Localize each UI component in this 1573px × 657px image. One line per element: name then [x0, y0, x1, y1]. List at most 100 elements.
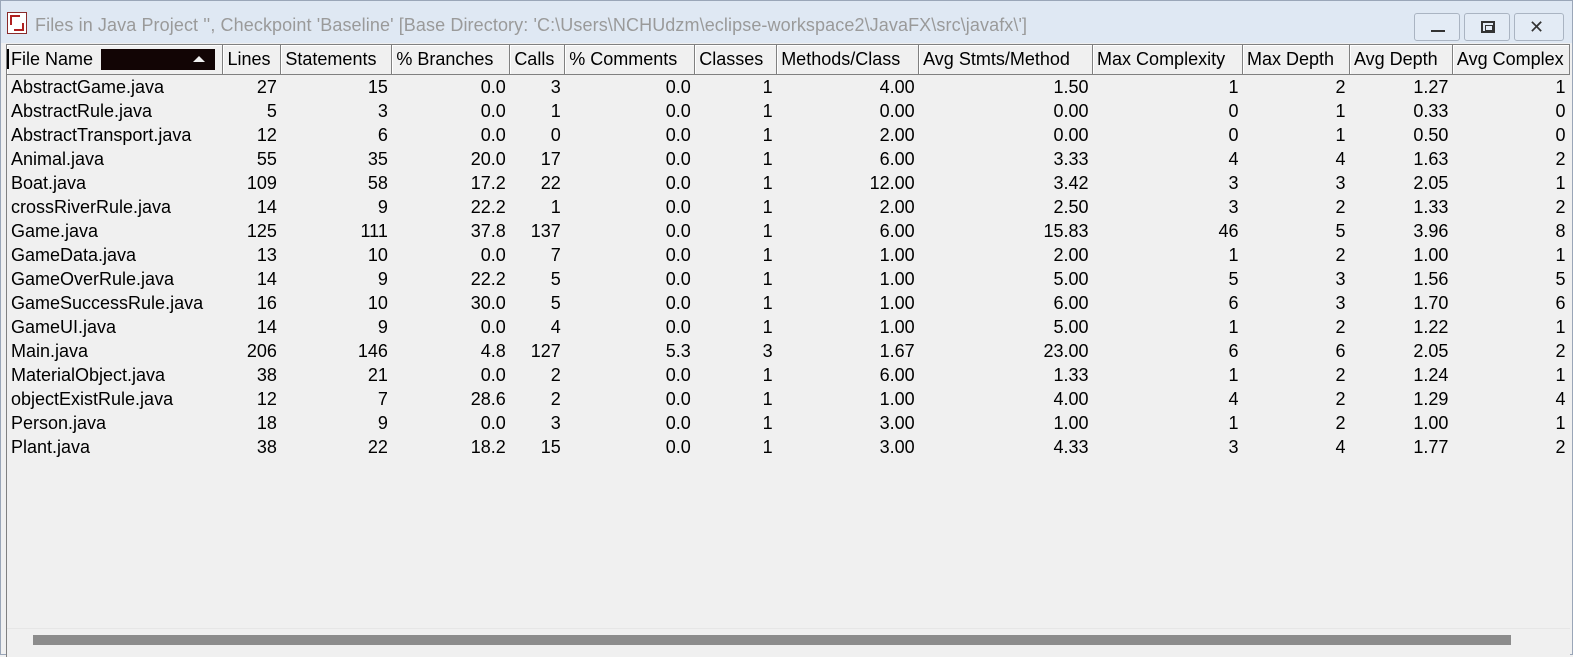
metric-cell: 0.0 [480, 100, 506, 121]
column-header-max-complexity[interactable]: Max Complexity [1092, 45, 1243, 75]
metric-cell: 18.2 [470, 436, 506, 457]
metric-cell: 8 [1555, 220, 1566, 241]
metric-cell: 4.00 [1053, 388, 1089, 409]
file-name-cell: objectExistRule.java [11, 388, 174, 409]
metric-cell: 1 [762, 316, 773, 337]
column-header-file-name[interactable]: File Name [7, 45, 224, 75]
metric-cell: 0.0 [480, 76, 506, 97]
metric-cell: 4 [550, 316, 561, 337]
column-header-methods-per-class[interactable]: Methods/Class [776, 45, 920, 75]
metric-cell: 0.0 [480, 124, 506, 145]
column-header-avg-depth[interactable]: Avg Depth [1349, 45, 1453, 75]
metric-cell: 2 [1555, 340, 1566, 361]
table-row[interactable]: Boat.java 109 58 17.2 22 0.0 1 12.00 3.42 3 3 2.05 1 [7, 171, 1570, 195]
metric-cell: 4 [1335, 436, 1346, 457]
column-header-calls[interactable]: Calls [509, 45, 566, 75]
metric-cell: 2 [1335, 196, 1346, 217]
column-header-lines[interactable]: Lines [222, 45, 282, 75]
column-header-max-depth[interactable]: Max Depth [1242, 45, 1350, 75]
table-row[interactable]: crossRiverRule.java 14 9 22.2 1 0.0 1 2.00 2.50 3… [7, 195, 1570, 219]
metric-cell: 0.00 [1053, 124, 1089, 145]
metric-cell: 37.8 [470, 220, 506, 241]
metric-cell: 7 [377, 388, 388, 409]
metric-cell: 3.00 [879, 436, 915, 457]
file-name-cell: crossRiverRule.java [11, 196, 172, 217]
metric-cell: 1 [762, 292, 773, 313]
column-header-classes[interactable]: Classes [694, 45, 778, 75]
metric-cell: 206 [246, 340, 277, 361]
metric-cell: 30.0 [470, 292, 506, 313]
metric-cell: 3 [377, 100, 388, 121]
table-row[interactable]: Animal.java 55 35 20.0 17 0.0 1 6.00 3.33 4 4 1.63 2 [7, 147, 1570, 171]
column-header-avg-complexity[interactable]: Avg Complex [1452, 45, 1570, 75]
metric-cell: 2.05 [1413, 172, 1449, 193]
metric-cell: 1 [1555, 244, 1566, 265]
sort-ascending-icon[interactable] [101, 49, 215, 70]
column-header-avg-stmts-per-method[interactable]: Avg Stmts/Method [918, 45, 1094, 75]
metric-cell: 2 [1555, 196, 1566, 217]
metric-cell: 15 [367, 76, 388, 97]
metric-cell: 109 [246, 172, 277, 193]
table-row[interactable]: GameOverRule.java 14 9 22.2 5 0.0 1 1.00 5.00 5 3 1… [7, 267, 1570, 291]
metric-cell: 14 [256, 316, 277, 337]
metric-cell: 1 [762, 148, 773, 169]
column-header-percent-branches[interactable]: % Branches [391, 45, 511, 75]
metric-cell: 1.77 [1413, 436, 1449, 457]
table-row[interactable]: Person.java 18 9 0.0 3 0.0 1 3.00 1.00 1 2 1.00 1 [7, 411, 1570, 435]
file-name-cell: MaterialObject.java [11, 364, 166, 385]
table-row[interactable]: GameUI.java 14 9 0.0 4 0.0 1 1.00 5.00 1 2 1.22 1 [7, 315, 1570, 339]
metric-cell: 2 [1555, 148, 1566, 169]
table-row[interactable]: objectExistRule.java 12 7 28.6 2 0.0 1 1.00 4.00… [7, 387, 1570, 411]
column-header-percent-comments[interactable]: % Comments [564, 45, 696, 75]
table-row[interactable]: AbstractRule.java 5 3 0.0 1 0.0 1 0.00 0.00 0 1 0.3… [7, 99, 1570, 123]
close-icon: ✕ [1529, 17, 1545, 37]
files-list-view[interactable]: File Name Lines Statements % Branches Ca… [6, 44, 1570, 657]
metric-cell: 1.33 [1413, 196, 1449, 217]
table-row[interactable]: MaterialObject.java 38 21 0.0 2 0.0 1 6.00 1.33 1… [7, 363, 1570, 387]
column-header-statements[interactable]: Statements [280, 45, 393, 75]
table-row[interactable]: Main.java 206 146 4.8 127 5.3 3 1.67 23.00 6 6 2.05… [7, 339, 1570, 363]
metric-cell: 1.00 [879, 388, 915, 409]
metric-cell: 3 [1335, 268, 1346, 289]
close-button[interactable]: ✕ [1514, 13, 1564, 41]
metric-cell: 0.0 [665, 124, 691, 145]
metric-cell: 3 [1228, 196, 1239, 217]
metric-cell: 38 [256, 364, 277, 385]
metric-cell: 28.6 [470, 388, 506, 409]
metric-cell: 146 [357, 340, 388, 361]
metric-cell: 1 [1555, 412, 1566, 433]
metric-cell: 5 [1335, 220, 1346, 241]
metric-cell: 0.0 [480, 364, 506, 385]
metric-cell: 6 [377, 124, 388, 145]
metric-cell: 4.33 [1053, 436, 1089, 457]
metric-cell: 0.0 [665, 316, 691, 337]
title-bar[interactable]: Files in Java Project '', Checkpoint 'Ba… [1, 1, 1572, 43]
metric-cell: 12.00 [869, 172, 915, 193]
metric-cell: 20.0 [470, 148, 506, 169]
metric-cell: 15.83 [1043, 220, 1089, 241]
metric-cell: 12 [256, 124, 277, 145]
metric-cell: 9 [377, 412, 388, 433]
metric-cell: 2 [1335, 76, 1346, 97]
maximize-button[interactable] [1464, 13, 1510, 41]
table-row[interactable]: Plant.java 38 22 18.2 15 0.0 1 3.00 4.33 3 4 1.77 2 [7, 435, 1570, 459]
metric-cell: 14 [256, 196, 277, 217]
metric-cell: 1.00 [879, 268, 915, 289]
table-row[interactable]: AbstractTransport.java 12 6 0.0 0 0.0 1 2.00 0.0… [7, 123, 1570, 147]
metric-cell: 1 [762, 268, 773, 289]
table-row[interactable]: AbstractGame.java 27 15 0.0 3 0.0 1 4.00 1.50 1 2 1… [7, 75, 1570, 100]
metric-cell: 3.96 [1413, 220, 1449, 241]
horizontal-scrollbar-thumb[interactable] [33, 635, 1511, 645]
metric-cell: 1 [1335, 100, 1346, 121]
metric-cell: 0.00 [1053, 100, 1089, 121]
metric-cell: 2.00 [879, 196, 915, 217]
sourcemonitor-app-icon[interactable] [7, 12, 27, 34]
table-row[interactable]: GameData.java 13 10 0.0 7 0.0 1 1.00 2.00 1 2 1.00 1 [7, 243, 1570, 267]
minimize-button[interactable] [1414, 13, 1460, 41]
table-row[interactable]: Game.java 125 111 37.8 137 0.0 1 6.00 15.83 46 5 3.… [7, 219, 1570, 243]
metric-cell: 6 [1228, 340, 1239, 361]
metric-cell: 1 [762, 100, 773, 121]
metric-cell: 1 [1228, 76, 1239, 97]
table-row[interactable]: GameSuccessRule.java 16 10 30.0 5 0.0 1 1.00 6.0… [7, 291, 1570, 315]
metric-cell: 1 [762, 124, 773, 145]
